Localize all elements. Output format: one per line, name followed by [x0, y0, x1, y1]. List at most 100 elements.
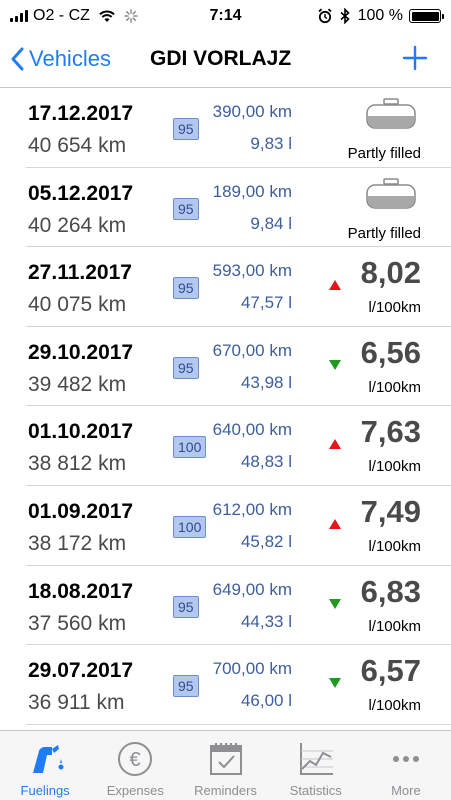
tab-more[interactable]: More [361, 731, 451, 800]
fueling-distance: 189,00 km [212, 181, 292, 201]
tab-label: Expenses [106, 783, 164, 798]
fueling-volume: 44,33 l [240, 611, 292, 631]
tab-label: Reminders [194, 783, 257, 798]
fueling-volume: 43,98 l [240, 372, 292, 392]
fuel-type-badge: 95 [173, 595, 199, 618]
chevron-left-icon [11, 47, 24, 71]
fueling-row[interactable]: 29.07.2017 36 911 km 95 700,00 km 46,00 … [26, 645, 451, 725]
consumption-unit: l/100km [368, 697, 421, 715]
fueling-date: 18.08.2017 [28, 579, 134, 603]
fueling-date: 17.12.2017 [28, 102, 134, 125]
fueling-row[interactable]: 17.12.2017 40 654 km 95 390,00 km 9,83 l… [26, 88, 451, 168]
fueling-distance: 390,00 km [212, 102, 292, 121]
fuel-type-badge: 95 [173, 118, 199, 140]
tab-statistics[interactable]: Statistics [271, 731, 361, 800]
tank-partial-icon [366, 98, 416, 129]
partly-filled-label: Partly filled [347, 224, 421, 242]
fueling-odometer: 40 654 km [28, 134, 127, 157]
fueling-consumption: 8,02 [360, 255, 421, 291]
consumption-unit: l/100km [368, 537, 421, 555]
fueling-date: 01.09.2017 [28, 499, 134, 523]
fueling-date: 29.10.2017 [28, 340, 134, 364]
fueling-odometer: 37 560 km [28, 611, 127, 635]
trend-down-icon [329, 598, 341, 609]
fueling-volume: 48,83 l [240, 452, 292, 472]
more-icon [386, 739, 426, 779]
tab-label: Fuelings [20, 783, 70, 798]
trend-down-icon [329, 359, 341, 370]
consumption-unit: l/100km [368, 617, 421, 635]
fueling-row[interactable]: 29.10.2017 39 482 km 95 670,00 km 43,98 … [26, 327, 451, 407]
back-button[interactable]: Vehicles [10, 46, 111, 72]
fuel-type-badge: 100 [173, 436, 207, 459]
consumption-unit: l/100km [368, 299, 421, 317]
fueling-volume: 9,84 l [250, 213, 292, 233]
fueling-row[interactable]: 18.08.2017 37 560 km 95 649,00 km 44,33 … [26, 566, 451, 646]
fueling-odometer: 39 482 km [28, 372, 127, 396]
trend-up-icon [329, 518, 341, 529]
fueling-volume: 47,57 l [240, 293, 292, 313]
fueling-volume: 9,83 l [250, 134, 292, 153]
fueling-odometer: 40 075 km [28, 293, 127, 317]
fueling-distance: 593,00 km [212, 261, 292, 281]
fueling-distance: 649,00 km [212, 579, 292, 599]
tab-label: Statistics [289, 783, 342, 798]
fuel-type-badge: 95 [173, 356, 199, 379]
fuelings-list: 17.12.2017 40 654 km 95 390,00 km 9,83 l… [0, 88, 451, 730]
fueling-odometer: 40 264 km [28, 213, 127, 237]
bluetooth-icon [340, 8, 350, 24]
trend-up-icon [329, 439, 341, 450]
fuel-type-badge: 95 [173, 675, 199, 698]
trend-up-icon [329, 280, 341, 291]
fuel-pump-icon [25, 739, 65, 779]
fueling-odometer: 38 812 km [28, 452, 127, 476]
status-bar: O2 - CZ 7:14 100 % [0, 0, 451, 34]
fueling-distance: 612,00 km [212, 499, 292, 519]
battery-icon [409, 9, 444, 23]
consumption-unit: l/100km [368, 458, 421, 476]
tab-reminders[interactable]: Reminders [180, 731, 270, 800]
fueling-consumption: 7,49 [360, 493, 421, 529]
consumption-unit: l/100km [368, 378, 421, 396]
fueling-date: 29.07.2017 [28, 659, 134, 683]
tab-expenses[interactable]: € Expenses [90, 731, 180, 800]
fuel-type-badge: 95 [173, 197, 199, 220]
fueling-consumption: 6,56 [360, 334, 421, 370]
calendar-icon [206, 739, 246, 779]
tab-label: More [391, 783, 421, 798]
chart-icon [296, 739, 336, 779]
fueling-distance: 640,00 km [212, 420, 292, 440]
alarm-icon [318, 8, 332, 24]
navigation-bar: Vehicles GDI VORLAJZ [0, 34, 451, 88]
fueling-date: 01.10.2017 [28, 420, 134, 444]
fueling-consumption: 6,83 [360, 573, 421, 609]
euro-icon: € [115, 739, 155, 779]
fueling-distance: 700,00 km [212, 659, 292, 679]
trend-down-icon [329, 678, 341, 689]
fueling-volume: 45,82 l [240, 531, 292, 551]
fueling-row[interactable]: 01.10.2017 38 812 km 100 640,00 km 48,83… [26, 406, 451, 486]
fuel-type-badge: 95 [173, 277, 199, 300]
fueling-odometer: 36 911 km [28, 691, 125, 715]
fueling-row[interactable]: 01.09.2017 38 172 km 100 612,00 km 45,82… [26, 486, 451, 566]
fueling-consumption: 7,63 [360, 414, 421, 450]
tab-bar: Fuelings € Expenses Reminders Statistics … [0, 730, 451, 800]
svg-text:€: € [130, 749, 141, 771]
tank-partial-icon [366, 177, 416, 209]
tab-fuelings[interactable]: Fuelings [0, 731, 90, 800]
status-right: 100 % [318, 7, 444, 25]
fueling-odometer: 38 172 km [28, 531, 127, 555]
fueling-row[interactable]: 05.12.2017 40 264 km 95 189,00 km 9,84 l… [26, 168, 451, 248]
fueling-date: 05.12.2017 [28, 181, 134, 205]
partly-filled-label: Partly filled [347, 145, 421, 162]
battery-label: 100 % [357, 7, 403, 24]
fueling-consumption: 6,57 [360, 653, 421, 689]
fueling-row[interactable]: 27.11.2017 40 075 km 95 593,00 km 47,57 … [26, 247, 451, 327]
fueling-volume: 46,00 l [240, 691, 292, 711]
fueling-date: 27.11.2017 [28, 261, 132, 285]
fueling-distance: 670,00 km [212, 340, 292, 360]
fuel-type-badge: 100 [173, 515, 207, 538]
plus-icon[interactable] [401, 44, 429, 72]
page-title: GDI VORLAJZ [150, 47, 292, 70]
back-label: Vehicles [29, 46, 111, 71]
